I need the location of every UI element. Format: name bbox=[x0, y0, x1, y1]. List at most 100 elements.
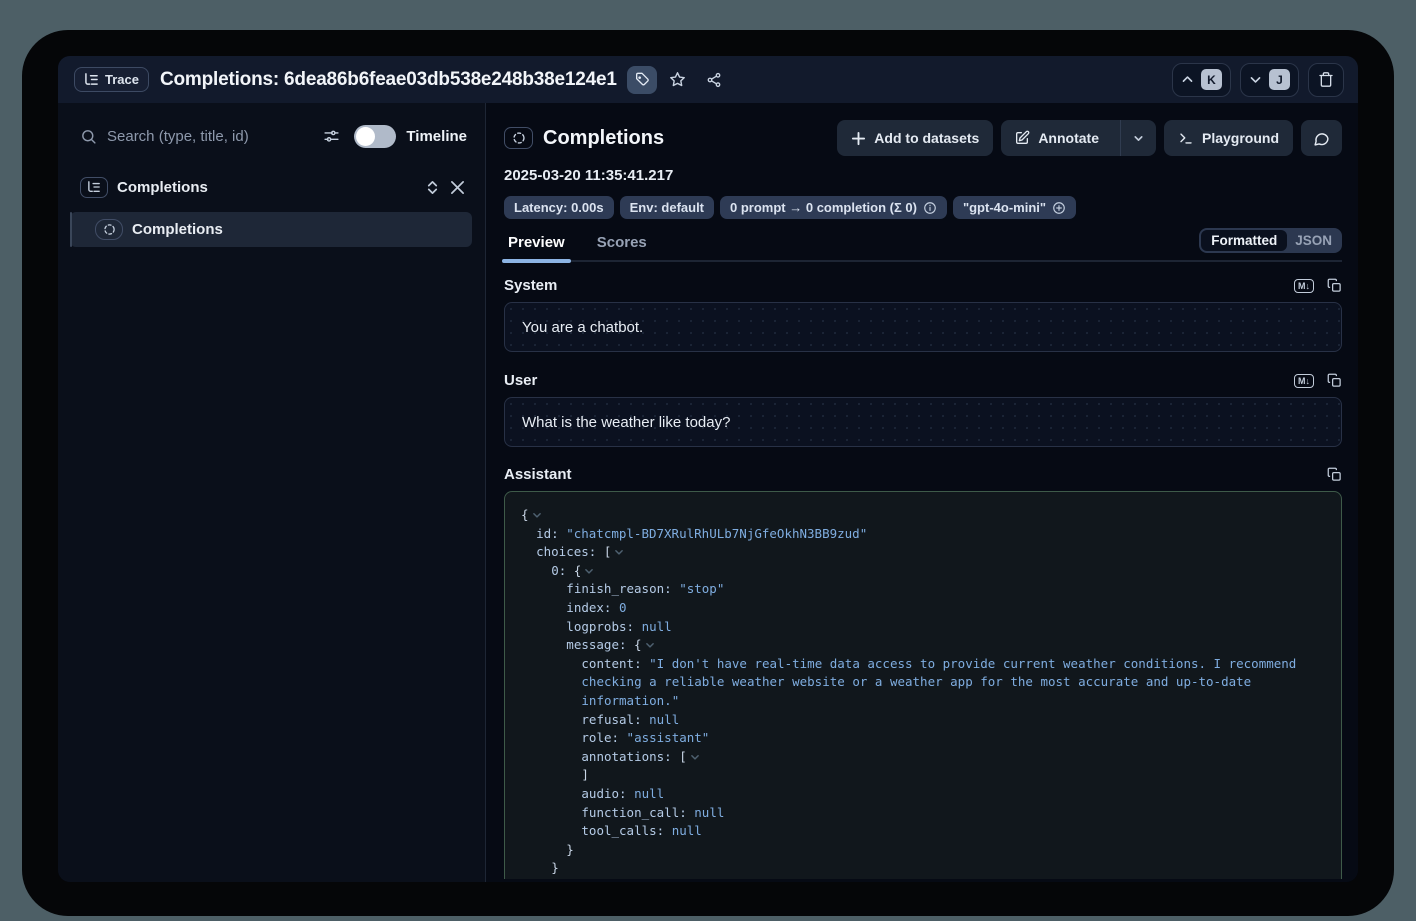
annotate-label: Annotate bbox=[1038, 130, 1099, 146]
format-toggle-json[interactable]: JSON bbox=[1287, 230, 1340, 251]
json-bracket: { bbox=[521, 507, 529, 522]
user-section-label: User bbox=[504, 372, 1294, 389]
view-settings-icon[interactable] bbox=[323, 128, 340, 145]
json-value: null bbox=[672, 823, 702, 838]
json-collapse-chevron-icon[interactable] bbox=[645, 640, 655, 650]
plus-circle-icon[interactable] bbox=[1052, 201, 1066, 215]
json-bracket: [ bbox=[604, 544, 612, 559]
markdown-toggle-icon[interactable]: M↓ bbox=[1294, 374, 1314, 388]
shortcut-key-j: J bbox=[1269, 69, 1290, 90]
tab-preview[interactable]: Preview bbox=[504, 234, 569, 260]
chevron-down-icon bbox=[1249, 73, 1262, 86]
plus-icon bbox=[851, 131, 866, 146]
json-bracket: ] bbox=[581, 767, 589, 782]
main-panel: Completions Add to datasets bbox=[486, 103, 1358, 882]
generation-icon bbox=[95, 219, 123, 240]
tag-button[interactable] bbox=[627, 66, 657, 94]
json-line: audio: null bbox=[521, 785, 1325, 804]
app-window: Trace Completions: 6dea86b6feae03db538e2… bbox=[58, 56, 1358, 882]
copy-icon[interactable] bbox=[1327, 278, 1342, 293]
token-usage-badge: 0 prompt → 0 completion (Σ 0) bbox=[720, 196, 947, 219]
json-line: ] bbox=[521, 766, 1325, 785]
trace-badge-label: Trace bbox=[105, 72, 139, 87]
tree-root-label: Completions bbox=[117, 179, 425, 196]
env-badge: Env: default bbox=[620, 196, 714, 219]
pencil-square-icon bbox=[1014, 130, 1030, 146]
json-key: message: bbox=[566, 637, 634, 652]
latency-badge: Latency: 0.00s bbox=[504, 196, 614, 219]
toggle-knob bbox=[356, 127, 375, 146]
json-key: id: bbox=[536, 526, 566, 541]
latency-label: Latency: 0.00s bbox=[514, 200, 604, 215]
tab-scores[interactable]: Scores bbox=[593, 234, 651, 260]
next-observation-button[interactable]: J bbox=[1240, 63, 1299, 97]
token-usage-label: 0 prompt → 0 completion (Σ 0) bbox=[730, 200, 917, 215]
json-key: index: bbox=[566, 600, 619, 615]
system-message-content: You are a chatbot. bbox=[522, 319, 643, 336]
share-button[interactable] bbox=[699, 66, 729, 94]
assistant-json-lines: { id: "chatcmpl-BD7XRulRhULb7NjGfeOkhN3BB… bbox=[521, 506, 1325, 879]
comments-button[interactable] bbox=[1301, 120, 1342, 156]
json-line: tool_calls: null bbox=[521, 822, 1325, 841]
json-collapse-chevron-icon[interactable] bbox=[584, 566, 594, 576]
collapse-all-icon[interactable] bbox=[450, 180, 465, 195]
json-key: logprobs: bbox=[566, 619, 641, 634]
json-key: audio: bbox=[581, 786, 634, 801]
json-collapse-chevron-icon[interactable] bbox=[690, 752, 700, 762]
info-icon[interactable] bbox=[923, 201, 937, 215]
playground-button[interactable]: Playground bbox=[1164, 120, 1293, 156]
json-bracket: { bbox=[634, 637, 642, 652]
expand-all-icon[interactable] bbox=[425, 180, 440, 195]
chevron-up-icon bbox=[1181, 73, 1194, 86]
format-toggle: Formatted JSON bbox=[1199, 228, 1342, 253]
star-button[interactable] bbox=[663, 66, 693, 94]
json-key: refusal: bbox=[581, 712, 649, 727]
json-key: content: bbox=[581, 656, 649, 671]
search-input[interactable] bbox=[107, 128, 317, 145]
json-value: null bbox=[634, 786, 664, 801]
chat-bubble-icon bbox=[1313, 130, 1330, 147]
json-collapse-chevron-icon[interactable] bbox=[532, 510, 542, 520]
format-toggle-formatted[interactable]: Formatted bbox=[1201, 230, 1287, 251]
json-collapse-chevron-icon[interactable] bbox=[614, 547, 624, 557]
json-line: id: "chatcmpl-BD7XRulRhULb7NjGfeOkhN3BB9… bbox=[521, 525, 1325, 544]
prev-observation-button[interactable]: K bbox=[1172, 63, 1231, 97]
copy-icon[interactable] bbox=[1327, 373, 1342, 388]
assistant-section-label: Assistant bbox=[504, 466, 1327, 483]
json-key: 0: bbox=[551, 563, 574, 578]
json-key: function_call: bbox=[581, 805, 694, 820]
terminal-icon bbox=[1178, 131, 1194, 146]
json-key: role: bbox=[581, 730, 626, 745]
generation-icon bbox=[504, 127, 533, 149]
tree-item-completions-selected[interactable]: Completions bbox=[70, 212, 472, 247]
timeline-toggle[interactable] bbox=[354, 125, 396, 148]
json-line: message: { bbox=[521, 636, 1325, 655]
add-to-datasets-button[interactable]: Add to datasets bbox=[837, 120, 993, 156]
delete-trace-button[interactable] bbox=[1308, 63, 1344, 97]
search-icon bbox=[80, 128, 97, 145]
model-badge: "gpt-4o-mini" bbox=[953, 196, 1076, 219]
json-value: "I don't have real-time data access to p… bbox=[581, 656, 1303, 708]
json-line: ] bbox=[521, 878, 1325, 879]
json-bracket: { bbox=[574, 563, 582, 578]
sidebar: Timeline Completions bbox=[58, 103, 486, 882]
tree-root-row[interactable]: Completions bbox=[58, 173, 485, 201]
annotate-split-button: Annotate bbox=[1001, 120, 1156, 156]
json-line: annotations: [ bbox=[521, 748, 1325, 767]
json-value: null bbox=[649, 712, 679, 727]
user-message-content: What is the weather like today? bbox=[522, 414, 730, 431]
system-message-box: You are a chatbot. bbox=[504, 302, 1342, 352]
assistant-output-clip: { id: "chatcmpl-BD7XRulRhULb7NjGfeOkhN3BB… bbox=[504, 491, 1342, 879]
copy-icon[interactable] bbox=[1327, 467, 1342, 482]
json-line: content: "I don't have real-time data ac… bbox=[521, 655, 1325, 711]
json-line: finish_reason: "stop" bbox=[521, 580, 1325, 599]
annotate-dropdown-button[interactable] bbox=[1120, 120, 1156, 156]
json-line: { bbox=[521, 506, 1325, 525]
annotate-button[interactable]: Annotate bbox=[1001, 120, 1112, 156]
json-key: choices: bbox=[536, 544, 604, 559]
markdown-toggle-icon[interactable]: M↓ bbox=[1294, 279, 1314, 293]
assistant-json-viewer[interactable]: { id: "chatcmpl-BD7XRulRhULb7NjGfeOkhN3BB… bbox=[504, 491, 1342, 879]
env-label: Env: default bbox=[630, 200, 704, 215]
titlebar: Trace Completions: 6dea86b6feae03db538e2… bbox=[58, 56, 1358, 103]
json-value: "chatcmpl-BD7XRulRhULb7NjGfeOkhN3BB9zud" bbox=[566, 526, 867, 541]
